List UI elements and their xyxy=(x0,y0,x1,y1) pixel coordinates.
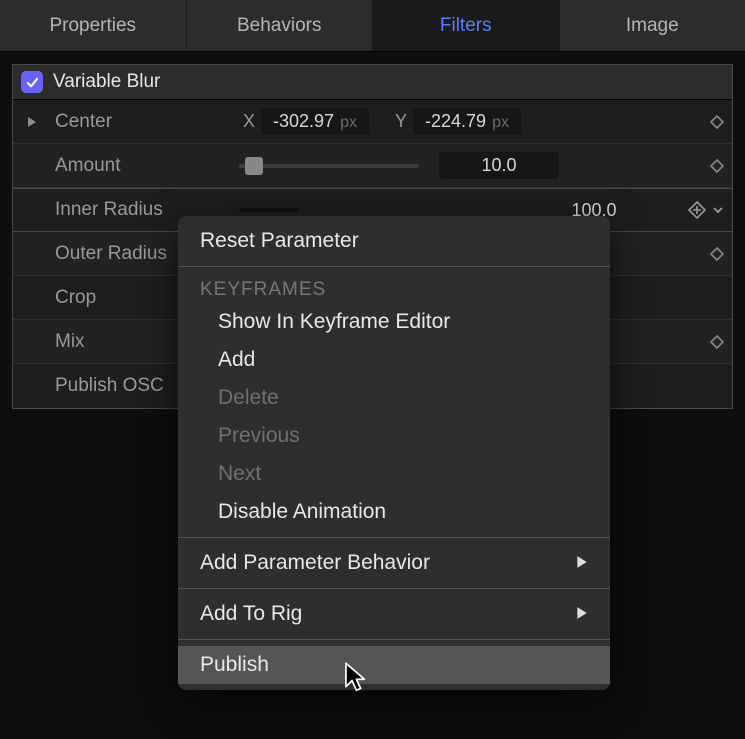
slider-thumb[interactable] xyxy=(245,157,263,175)
menu-section-keyframes: KEYFRAMES xyxy=(178,273,610,303)
tab-behaviors[interactable]: Behaviors xyxy=(187,0,374,51)
filter-enable-checkbox[interactable] xyxy=(21,71,43,93)
slider-inner-radius[interactable] xyxy=(239,208,299,212)
menu-separator xyxy=(178,639,610,640)
inspector-tabs: Properties Behaviors Filters Image xyxy=(0,0,745,52)
center-x-value: -302.97 xyxy=(273,111,334,132)
menu-separator xyxy=(178,588,610,589)
keyframe-added-icon[interactable] xyxy=(688,201,706,219)
menu-previous: Previous xyxy=(178,417,610,455)
tab-filters[interactable]: Filters xyxy=(373,0,560,51)
menu-delete: Delete xyxy=(178,379,610,417)
menu-item-label: Add Parameter Behavior xyxy=(200,551,430,575)
row-center: Center X -302.97 px Y -224.79 px xyxy=(13,100,732,144)
submenu-arrow-icon xyxy=(576,602,588,626)
menu-disable-animation[interactable]: Disable Animation xyxy=(178,493,610,531)
keyframe-icon[interactable] xyxy=(710,247,724,261)
parameter-context-menu: Reset Parameter KEYFRAMES Show In Keyfra… xyxy=(178,216,610,690)
menu-reset-parameter[interactable]: Reset Parameter xyxy=(178,222,610,260)
row-amount: Amount 10.0 xyxy=(13,144,732,188)
center-y-value: -224.79 xyxy=(425,111,486,132)
menu-separator xyxy=(178,266,610,267)
filter-title: Variable Blur xyxy=(53,71,160,93)
field-center-x[interactable]: -302.97 px xyxy=(261,108,369,135)
menu-add-parameter-behavior[interactable]: Add Parameter Behavior xyxy=(178,544,610,582)
label-center: Center xyxy=(51,111,239,133)
axis-x-label: X xyxy=(243,111,255,132)
tab-properties[interactable]: Properties xyxy=(0,0,187,51)
menu-next: Next xyxy=(178,455,610,493)
axis-y-label: Y xyxy=(395,111,407,132)
menu-separator xyxy=(178,537,610,538)
slider-amount[interactable] xyxy=(239,164,419,168)
amount-value: 10.0 xyxy=(481,155,516,176)
keyframe-icon[interactable] xyxy=(710,335,724,349)
tab-image[interactable]: Image xyxy=(560,0,745,51)
menu-show-in-keyframe-editor[interactable]: Show In Keyframe Editor xyxy=(178,303,610,341)
label-amount: Amount xyxy=(51,155,239,177)
disclosure-icon[interactable] xyxy=(27,116,45,128)
chevron-down-icon[interactable] xyxy=(712,204,724,216)
submenu-arrow-icon xyxy=(576,551,588,575)
menu-add[interactable]: Add xyxy=(178,341,610,379)
field-amount[interactable]: 10.0 xyxy=(439,152,559,179)
filter-header: Variable Blur xyxy=(13,65,732,100)
menu-add-to-rig[interactable]: Add To Rig xyxy=(178,595,610,633)
unit-px: px xyxy=(492,114,509,132)
menu-publish[interactable]: Publish xyxy=(178,646,610,684)
keyframe-icon[interactable] xyxy=(710,159,724,173)
field-center-y[interactable]: -224.79 px xyxy=(413,108,521,135)
keyframe-icon[interactable] xyxy=(710,115,724,129)
unit-px: px xyxy=(340,114,357,132)
menu-item-label: Add To Rig xyxy=(200,602,302,626)
